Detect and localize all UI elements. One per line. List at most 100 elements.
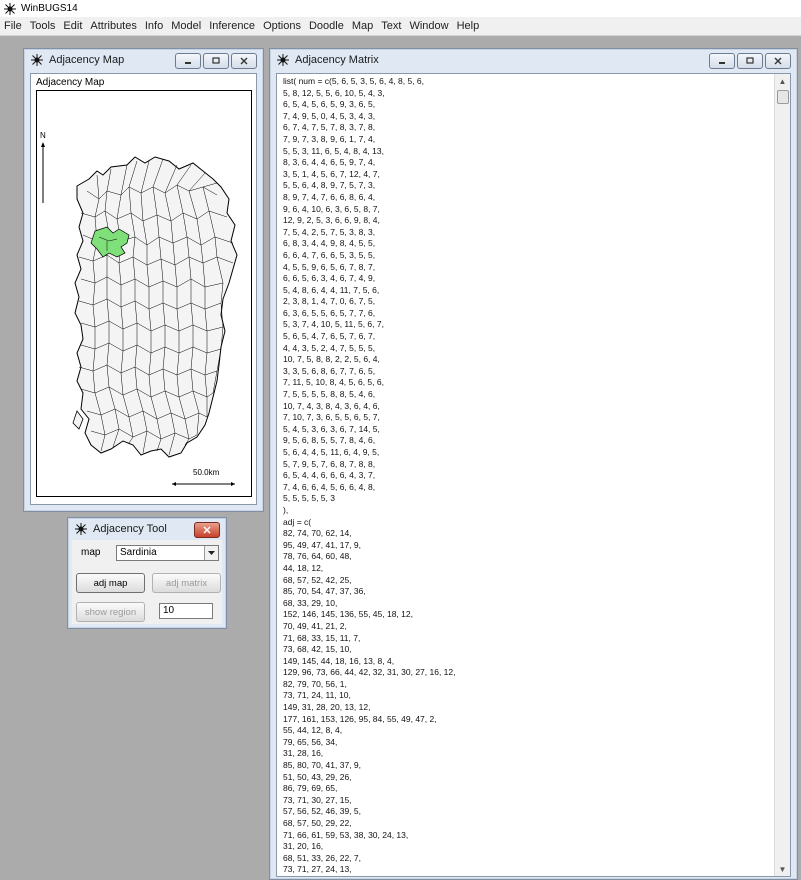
menu-file[interactable]: File	[0, 17, 26, 35]
matrix-line: 44, 18, 12,	[283, 562, 324, 573]
menu-tools[interactable]: Tools	[26, 17, 60, 35]
chevron-down-icon[interactable]	[204, 546, 218, 560]
matrix-line: 73, 68, 42, 15, 10,	[283, 644, 352, 655]
matrix-text-area[interactable]: list( num = c(5, 6, 5, 3, 5, 6, 4, 8, 5,…	[276, 73, 791, 877]
matrix-line: 6, 6, 4, 7, 6, 6, 5, 3, 5, 5,	[283, 249, 376, 260]
map-select-value: Sardinia	[120, 547, 157, 558]
matrix-line: 6, 7, 4, 7, 5, 7, 8, 3, 7, 8,	[283, 122, 376, 133]
matrix-line: 5, 5, 6, 4, 8, 9, 7, 5, 7, 3,	[283, 180, 376, 191]
close-button[interactable]	[765, 53, 791, 69]
adj-matrix-button[interactable]: adj matrix	[152, 573, 221, 593]
menu-options[interactable]: Options	[259, 17, 305, 35]
svg-text:N: N	[40, 131, 46, 140]
matrix-line: 7, 4, 6, 6, 4, 5, 6, 6, 4, 8,	[283, 481, 376, 492]
restore-button[interactable]	[737, 53, 763, 69]
matrix-line: 79, 65, 56, 34,	[283, 736, 338, 747]
matrix-line: 95, 49, 47, 41, 17, 9,	[283, 539, 361, 550]
close-button[interactable]	[194, 522, 220, 538]
menu-edit[interactable]: Edit	[59, 17, 86, 35]
matrix-line: 6, 5, 4, 4, 6, 6, 6, 4, 3, 7,	[283, 470, 376, 481]
adjacency-map-window: Adjacency Map Adjacency Map N 50.0km	[23, 48, 264, 512]
menu-inference[interactable]: Inference	[205, 17, 259, 35]
matrix-line: 3, 3, 5, 6, 8, 6, 7, 7, 6, 5,	[283, 365, 376, 376]
matrix-line: ),	[283, 504, 289, 515]
matrix-line: 68, 57, 50, 29, 22,	[283, 818, 352, 828]
window-title: Adjacency Map	[49, 54, 125, 66]
scroll-up-icon[interactable]: ▲	[775, 74, 790, 88]
region-number-field[interactable]: 10	[159, 603, 213, 619]
matrix-line: 5, 5, 5, 5, 5, 3	[283, 493, 335, 504]
winbugs-bug-icon	[74, 522, 88, 536]
menu-window[interactable]: Window	[405, 17, 452, 35]
matrix-line: 7, 4, 9, 5, 0, 4, 5, 3, 4, 3,	[283, 110, 376, 121]
matrix-line: 71, 68, 33, 15, 11, 7,	[283, 632, 361, 643]
map-select[interactable]: Sardinia	[116, 545, 219, 561]
matrix-line: 71, 66, 61, 59, 53, 38, 30, 24, 13,	[283, 829, 409, 840]
matrix-line: 73, 71, 24, 11, 10,	[283, 690, 351, 701]
window-controls	[175, 53, 257, 69]
matrix-line: 5, 4, 8, 6, 4, 4, 11, 7, 5, 6,	[283, 284, 380, 295]
close-icon	[240, 57, 248, 65]
matrix-line: 149, 145, 44, 18, 16, 13, 8, 4,	[283, 655, 395, 666]
adj-map-button[interactable]: adj map	[76, 573, 145, 593]
matrix-line: 7, 5, 5, 5, 5, 8, 8, 5, 4, 6,	[283, 389, 376, 400]
matrix-line: 5, 5, 3, 11, 6, 5, 4, 8, 4, 13,	[283, 145, 384, 156]
matrix-line: 5, 7, 9, 5, 7, 6, 8, 7, 8, 8,	[283, 458, 376, 469]
map-canvas-area: Adjacency Map N 50.0km	[30, 73, 257, 505]
matrix-line: 152, 146, 145, 136, 55, 45, 18, 12,	[283, 609, 413, 620]
close-button[interactable]	[231, 53, 257, 69]
minimize-icon	[719, 62, 725, 64]
island-outline	[74, 156, 238, 458]
menu-help[interactable]: Help	[453, 17, 484, 35]
window-title: Adjacency Tool	[93, 523, 167, 535]
matrix-line: adj = c(	[283, 516, 312, 527]
matrix-line: 31, 28, 16,	[283, 748, 324, 759]
show-region-button[interactable]: show region	[76, 602, 145, 622]
menu-attributes[interactable]: Attributes	[86, 17, 140, 35]
minimize-button[interactable]	[175, 53, 201, 69]
scroll-down-icon[interactable]: ▼	[775, 862, 790, 876]
matrix-line: 7, 9, 7, 3, 8, 9, 6, 1, 7, 4,	[283, 133, 376, 144]
matrix-line: 4, 5, 5, 9, 6, 5, 6, 7, 8, 7,	[283, 261, 376, 272]
matrix-line: 70, 49, 41, 21, 2,	[283, 620, 347, 631]
restore-button[interactable]	[203, 53, 229, 69]
menu-doodle[interactable]: Doodle	[305, 17, 348, 35]
map-frame[interactable]: N 50.0km	[36, 90, 252, 497]
scroll-thumb[interactable]	[777, 90, 789, 104]
matrix-line: 82, 79, 70, 56, 1,	[283, 678, 347, 689]
matrix-line: 149, 146, 96, 28, 20, 16, 13,	[283, 876, 773, 877]
close-icon	[203, 526, 211, 534]
vertical-scrollbar[interactable]: ▲ ▼	[774, 74, 790, 876]
matrix-line: 82, 74, 70, 62, 14,	[283, 528, 352, 539]
mdi-workspace: Adjacency Map Adjacency Map N 50.0km Adj…	[0, 36, 801, 880]
matrix-line: 31, 20, 16,	[283, 841, 324, 852]
matrix-line: 5, 8, 12, 5, 5, 6, 10, 5, 4, 3,	[283, 87, 385, 98]
menu-text[interactable]: Text	[377, 17, 405, 35]
menu-bar: File Tools Edit Attributes Info Model In…	[0, 17, 801, 36]
matrix-line: 73, 71, 30, 27, 15,	[283, 794, 352, 805]
sardinia-map: N	[40, 131, 238, 486]
winbugs-bug-icon	[30, 53, 44, 67]
matrix-line: 5, 3, 7, 4, 10, 5, 11, 5, 6, 7,	[283, 319, 384, 330]
close-icon	[774, 57, 782, 65]
matrix-line: 6, 6, 5, 6, 3, 4, 6, 7, 4, 9,	[283, 273, 376, 284]
north-arrow: N	[40, 131, 46, 203]
adjacency-matrix-window: Adjacency Matrix list( num = c(5, 6, 5, …	[269, 48, 798, 880]
matrix-line: 149, 31, 28, 20, 13, 12,	[283, 702, 371, 713]
app-title: WinBUGS14	[21, 3, 78, 14]
menu-model[interactable]: Model	[167, 17, 205, 35]
minimize-button[interactable]	[709, 53, 735, 69]
restore-icon	[212, 57, 220, 64]
adjacency-tool-window: Adjacency Tool map Sardinia adj map adj …	[67, 517, 227, 629]
matrix-text[interactable]: list( num = c(5, 6, 5, 3, 5, 6, 4, 8, 5,…	[283, 76, 773, 877]
matrix-line: 68, 57, 52, 42, 25,	[283, 574, 352, 585]
matrix-line: 10, 7, 4, 3, 8, 4, 3, 6, 4, 6,	[283, 400, 380, 411]
matrix-line: 9, 6, 4, 10, 6, 3, 6, 5, 8, 7,	[283, 203, 380, 214]
matrix-line: 5, 6, 5, 4, 7, 6, 5, 7, 6, 7,	[283, 331, 376, 342]
menu-info[interactable]: Info	[141, 17, 167, 35]
menu-map[interactable]: Map	[348, 17, 377, 35]
app-titlebar: WinBUGS14	[0, 0, 801, 17]
matrix-line: 7, 11, 5, 10, 8, 4, 5, 6, 5, 6,	[283, 377, 384, 388]
matrix-line: 55, 44, 12, 8, 4,	[283, 725, 343, 736]
matrix-line: 7, 10, 7, 3, 6, 5, 5, 6, 5, 7,	[283, 412, 380, 423]
